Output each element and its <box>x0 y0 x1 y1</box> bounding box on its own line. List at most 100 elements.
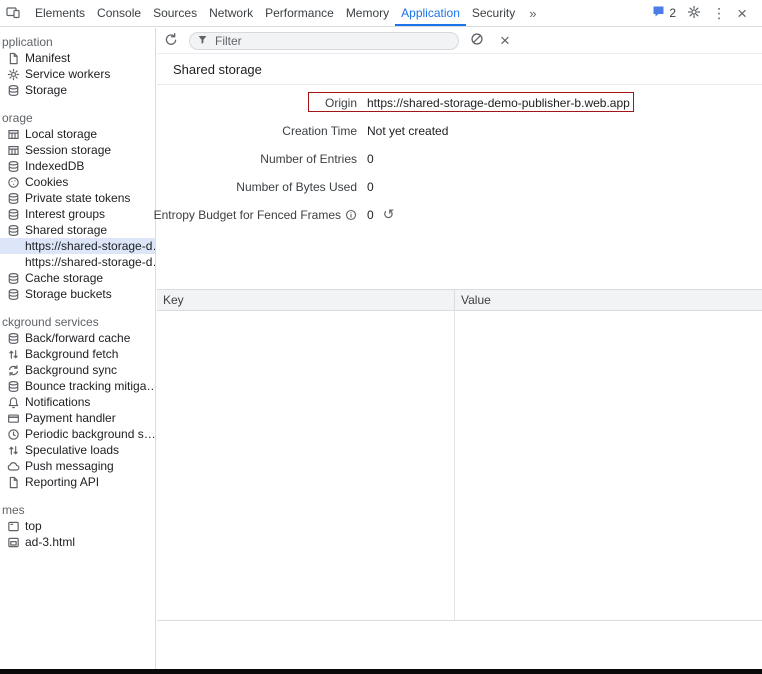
database-icon <box>7 332 20 345</box>
updown-icon <box>7 444 20 457</box>
sidebar-item-label: Payment handler <box>25 411 116 425</box>
metadata-value: 0 <box>367 152 374 166</box>
database-icon <box>7 208 20 221</box>
sidebar-item-periodic-background-s[interactable]: Periodic background s… <box>0 426 155 442</box>
sidebar-item-label: top <box>25 519 42 533</box>
cloud-icon <box>7 460 20 473</box>
sidebar-item-back-forward-cache[interactable]: Back/forward cache <box>0 330 155 346</box>
column-header-key[interactable]: Key <box>157 290 455 310</box>
metadata-report: Originhttps://shared-storage-demo-publis… <box>157 85 762 229</box>
sidebar-item-top[interactable]: top <box>0 518 155 534</box>
sidebar-item-background-fetch[interactable]: Background fetch <box>0 346 155 362</box>
sidebar-item-cache-storage[interactable]: Cache storage <box>0 270 155 286</box>
sidebar-item-label: https://shared-storage-d… <box>25 239 155 253</box>
bell-icon <box>7 396 20 409</box>
sidebar-item-label: Storage <box>25 83 67 97</box>
page-title: Shared storage <box>157 54 762 85</box>
close-icon: × <box>737 4 747 23</box>
sidebar-item-manifest[interactable]: Manifest <box>0 50 155 66</box>
tab-network[interactable]: Network <box>203 0 259 26</box>
sidebar-item-background-sync[interactable]: Background sync <box>0 362 155 378</box>
database-icon <box>7 380 20 393</box>
section-header-storage: orage <box>0 110 155 126</box>
items-grid: Key Value <box>157 289 762 621</box>
document-icon <box>7 476 20 489</box>
settings-button[interactable] <box>687 5 701 22</box>
sidebar-item-label: Bounce tracking mitiga… <box>25 379 155 393</box>
tab-security[interactable]: Security <box>466 0 521 26</box>
filter-box[interactable] <box>189 32 459 50</box>
close-icon: × <box>500 32 510 49</box>
info-icon[interactable] <box>345 209 357 221</box>
metadata-value: https://shared-storage-demo-publisher-b.… <box>367 96 630 110</box>
more-tabs-button[interactable]: » <box>521 0 544 26</box>
section-header-application: pplication <box>0 34 155 50</box>
sidebar-item-label: Periodic background s… <box>25 427 155 441</box>
sidebar-item-https-shared-storage-d[interactable]: https://shared-storage-d… <box>0 238 155 254</box>
metadata-row-origin: Originhttps://shared-storage-demo-publis… <box>157 89 762 117</box>
column-divider <box>454 311 455 620</box>
sidebar-item-speculative-loads[interactable]: Speculative loads <box>0 442 155 458</box>
sidebar-item-local-storage[interactable]: Local storage <box>0 126 155 142</box>
metadata-value: Not yet created <box>367 124 448 138</box>
sidebar-item-storage-buckets[interactable]: Storage buckets <box>0 286 155 302</box>
shared-storage-panel: × Shared storage Originhttps://shared-st… <box>157 28 762 669</box>
menu-button[interactable]: ⋮ <box>712 5 726 22</box>
sidebar-item-ad-3-html[interactable]: ad-3.html <box>0 534 155 550</box>
panel-tabs: ElementsConsoleSourcesNetworkPerformance… <box>29 0 521 26</box>
metadata-row-entropy-budget-for-fenced-frames: Entropy Budget for Fenced Frames0↺ <box>157 201 762 229</box>
delete-all-button[interactable] <box>467 31 487 51</box>
sidebar-item-label: Shared storage <box>25 223 107 237</box>
filter-input[interactable] <box>213 33 451 49</box>
sidebar-item-https-shared-storage-d[interactable]: https://shared-storage-d… <box>0 254 155 270</box>
tab-sources[interactable]: Sources <box>147 0 203 26</box>
refresh-button[interactable] <box>161 31 181 51</box>
iframe-icon <box>7 536 20 549</box>
items-grid-body[interactable] <box>157 311 762 620</box>
device-toolbar-icon <box>6 5 20 22</box>
sidebar-item-payment-handler[interactable]: Payment handler <box>0 410 155 426</box>
database-icon <box>7 160 20 173</box>
tab-console[interactable]: Console <box>91 0 147 26</box>
sidebar-item-shared-storage[interactable]: Shared storage <box>0 222 155 238</box>
metadata-label: Entropy Budget for Fenced Frames <box>154 208 341 222</box>
sidebar-item-cookies[interactable]: Cookies <box>0 174 155 190</box>
sidebar-item-label: Speculative loads <box>25 443 119 457</box>
devtools-window: ElementsConsoleSourcesNetworkPerformance… <box>0 0 762 674</box>
sidebar-item-reporting-api[interactable]: Reporting API <box>0 474 155 490</box>
column-header-value[interactable]: Value <box>455 290 762 310</box>
sidebar-item-label: Interest groups <box>25 207 105 221</box>
sidebar-item-label: Private state tokens <box>25 191 130 205</box>
metadata-value: 0 <box>367 180 374 194</box>
sidebar-item-service-workers[interactable]: Service workers <box>0 66 155 82</box>
clock-icon <box>7 428 20 441</box>
sidebar-item-private-state-tokens[interactable]: Private state tokens <box>0 190 155 206</box>
sidebar-item-label: Service workers <box>25 67 110 81</box>
sidebar-item-notifications[interactable]: Notifications <box>0 394 155 410</box>
database-icon <box>7 224 20 237</box>
clear-button[interactable]: × <box>495 31 515 51</box>
sidebar-item-bounce-tracking-mitiga[interactable]: Bounce tracking mitiga… <box>0 378 155 394</box>
block-icon <box>470 32 484 49</box>
tab-application[interactable]: Application <box>395 0 466 26</box>
console-messages-counter[interactable]: 2 <box>652 5 676 21</box>
window-bottom-edge <box>0 669 762 674</box>
metadata-row-number-of-bytes-used: Number of Bytes Used0 <box>157 173 762 201</box>
tab-memory[interactable]: Memory <box>340 0 395 26</box>
tab-performance[interactable]: Performance <box>259 0 340 26</box>
devtools-tabbar: ElementsConsoleSourcesNetworkPerformance… <box>0 0 762 27</box>
reset-budget-button[interactable]: ↺ <box>383 208 395 222</box>
metadata-row-number-of-entries: Number of Entries0 <box>157 145 762 173</box>
sidebar-item-session-storage[interactable]: Session storage <box>0 142 155 158</box>
tab-elements[interactable]: Elements <box>29 0 91 26</box>
sidebar-item-push-messaging[interactable]: Push messaging <box>0 458 155 474</box>
toggle-device-toolbar-button[interactable] <box>0 0 26 26</box>
sidebar-item-label: Push messaging <box>25 459 114 473</box>
close-devtools-button[interactable]: × <box>737 5 747 22</box>
sidebar-item-storage[interactable]: Storage <box>0 82 155 98</box>
sidebar-item-indexeddb[interactable]: IndexedDB <box>0 158 155 174</box>
shared-storage-toolbar: × <box>157 28 762 54</box>
sidebar-item-interest-groups[interactable]: Interest groups <box>0 206 155 222</box>
card-icon <box>7 412 20 425</box>
sidebar-item-label: https://shared-storage-d… <box>25 255 155 269</box>
